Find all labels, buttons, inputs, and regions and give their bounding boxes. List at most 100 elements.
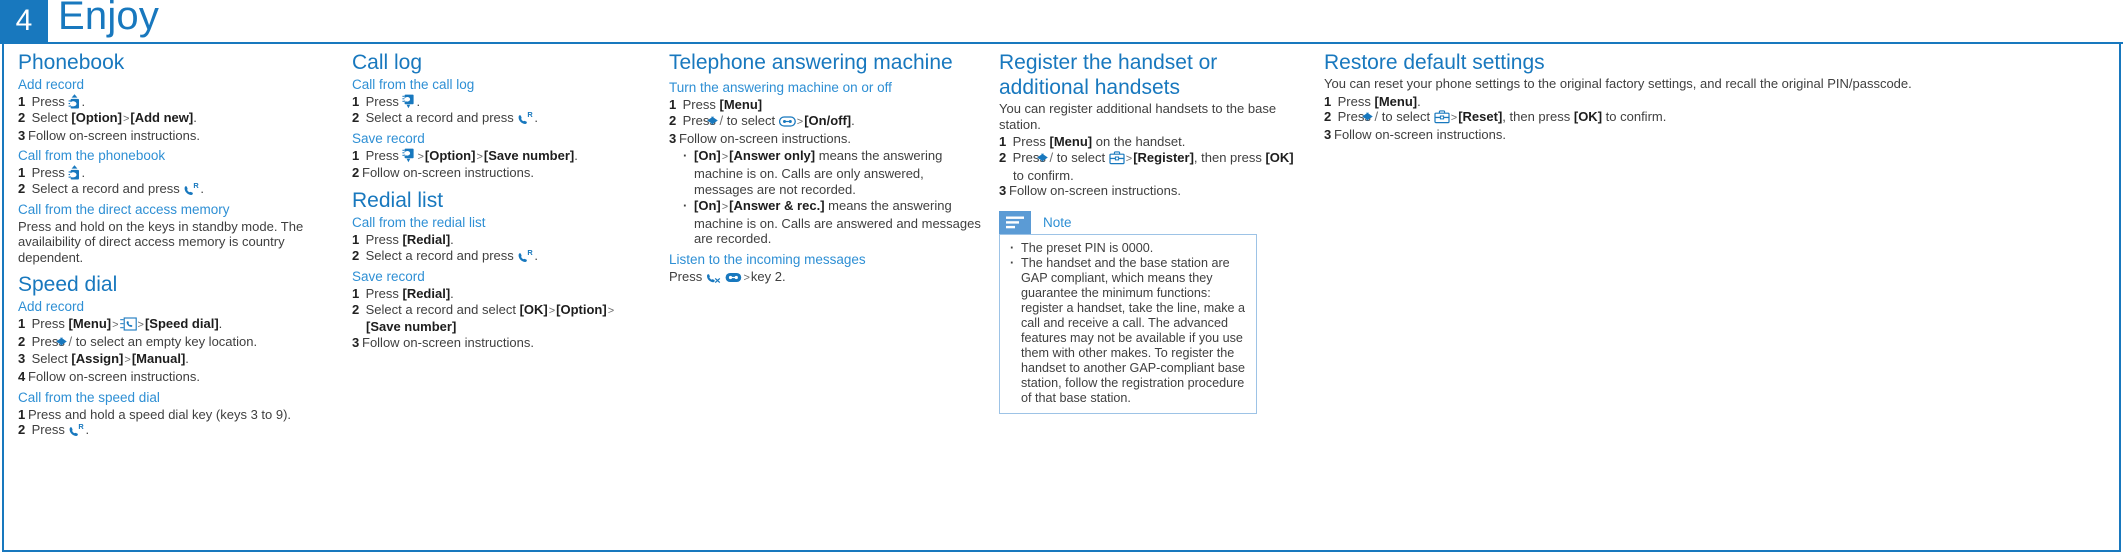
subheading-add-record: Add record <box>18 77 85 92</box>
step-item: 2 Select a record and press R. <box>18 181 205 197</box>
steps-call-from-speed-dial: 1 Press and hold a speed dial key (keys 3… <box>18 407 330 439</box>
column-restore-defaults: Restore default settings You can reset y… <box>1324 50 2109 544</box>
steps-call-from-phonebook: 1 Press . 2 Select a record and press R. <box>18 165 330 197</box>
step-item: 1 Press [Menu] on the handset. <box>999 134 1186 149</box>
menu-label: [Redial] <box>402 285 451 301</box>
column-call-log: Call log Call from the call log 1 Press … <box>348 50 668 544</box>
step-item: 3 Follow on-screen instructions. <box>352 335 534 351</box>
call-key-icon: R <box>68 423 85 437</box>
content-frame: Phonebook Add record 1 Press . 2 Select … <box>2 44 2121 552</box>
menu-label: [Save number] <box>366 319 457 335</box>
step-item: 1 Press . <box>18 94 86 109</box>
subheading-call-from-call-log: Call from the call log <box>352 77 475 92</box>
column-answering-machine: Telephone answering machine Turn the ans… <box>669 50 999 544</box>
step-item: 2 Press R. <box>18 422 90 438</box>
menu-label: [Option] <box>424 147 476 163</box>
listen-messages-line: Press >key 2. <box>669 269 786 285</box>
restore-intro: You can reset your phone settings to the… <box>1324 76 1912 91</box>
menu-label: [Reset] <box>1458 109 1503 125</box>
subheading-turn-on-off: Turn the answering machine on or off <box>669 80 892 95</box>
step-item: 3 Follow on-screen instructions. <box>999 183 1181 199</box>
bullet-item: [On]>[Answer only] means the answering m… <box>669 148 981 197</box>
answering-machine-icon <box>725 272 742 284</box>
note-box: Note The preset PIN is 0000. The handset… <box>999 211 1257 415</box>
steps-phonebook-add-record: 1 Press . 2 Select [Option]>[Add new]. 3… <box>18 94 330 143</box>
menu-label: [OK] <box>519 301 548 317</box>
step-item: 1 Press . <box>18 165 86 181</box>
step-item: 1 Press . <box>352 94 421 109</box>
columns-container: Phonebook Add record 1 Press . 2 Select … <box>18 50 2109 544</box>
column-register-handset: Register the handset or additional hands… <box>999 50 1324 544</box>
step-item: 1 Press >[Option]>[Save number]. <box>352 147 578 163</box>
steps-call-from-call-log: 1 Press . 2 Select a record and press R. <box>352 94 650 126</box>
menu-label: [On/off] <box>804 112 852 128</box>
call-key-icon: R <box>183 182 200 196</box>
menu-label: [Answer & rec.] <box>729 197 825 213</box>
step-item: 1 Press [Redial]. <box>352 232 454 248</box>
step-item: 1 Press [Menu]. <box>1324 93 1421 109</box>
page-title: Enjoy <box>58 0 160 38</box>
section-title-answering-machine: Telephone answering machine <box>669 51 953 74</box>
column-phonebook: Phonebook Add record 1 Press . 2 Select … <box>18 50 348 544</box>
step-item: 3 Follow on-screen instructions. <box>18 127 200 143</box>
subheading-redial-save-record: Save record <box>352 268 425 284</box>
menu-label: [Menu] <box>1374 93 1418 109</box>
menu-label: [Menu] <box>1049 134 1093 149</box>
subheading-speed-dial-add-record: Add record <box>18 299 85 315</box>
step-item: 2 Press / to select >[On/off]. <box>669 112 855 128</box>
step-item: 2 Press / to select an empty key locatio… <box>18 334 258 350</box>
answering-machine-bullets: [On]>[Answer only] means the answering m… <box>669 148 981 247</box>
register-intro: You can register additional handsets to … <box>999 101 1277 132</box>
call-key-icon: R <box>517 249 534 263</box>
svg-text:R: R <box>528 111 534 119</box>
menu-label: [Option] <box>556 301 607 317</box>
chapter-number: 4 <box>0 0 48 42</box>
note-header: Note <box>999 211 1257 235</box>
listen-messages-icon <box>706 270 722 284</box>
menu-label: [Speed dial] <box>144 316 219 332</box>
section-title-call-log: Call log <box>352 51 423 74</box>
step-item: 3 Follow on-screen instructions. <box>1324 127 1506 143</box>
subheading-call-from-phonebook: Call from the phonebook <box>18 148 166 164</box>
steps-register: 1 Press [Menu] on the handset. 2 Press /… <box>999 134 1306 199</box>
step-item: 1 Press [Redial]. <box>352 285 454 301</box>
step-item: 2 Press / to select >[Reset], then press… <box>1324 109 1667 125</box>
step-item: 2 Select a record and press R. <box>352 109 539 125</box>
menu-label: [Redial] <box>402 232 451 248</box>
call-log-icon <box>402 148 416 163</box>
steps-restore: 1 Press [Menu]. 2 Press / to select >[Re… <box>1324 94 2091 143</box>
page-header: 4 Enjoy <box>0 0 2123 44</box>
step-item: 2 Follow on-screen instructions. <box>352 165 534 181</box>
subheading-direct-access: Call from the direct access memory <box>18 201 230 217</box>
step-item: 2 Press / to select >[Register], then pr… <box>999 149 1294 183</box>
menu-label: [Answer only] <box>729 148 816 164</box>
step-item: 2 Select [Option]>[Add new]. <box>18 109 197 125</box>
call-key-icon: R <box>517 111 534 125</box>
subheading-listen-messages: Listen to the incoming messages <box>669 252 866 268</box>
step-item: 1 Press [Menu] <box>669 97 763 112</box>
menu-label: [Option] <box>71 109 122 125</box>
note-content: The preset PIN is 0000. The handset and … <box>999 234 1257 415</box>
menu-label: [Manual] <box>131 351 186 367</box>
menu-label: [OK] <box>1265 149 1294 165</box>
settings-toolbox-icon <box>1109 151 1125 165</box>
step-item: 3 Select [Assign]>[Manual]. <box>18 351 189 367</box>
section-title-restore: Restore default settings <box>1324 51 1545 74</box>
subheading-call-from-speed-dial: Call from the speed dial <box>18 389 160 405</box>
subheading-call-log-save-record: Save record <box>352 130 425 146</box>
answering-machine-icon <box>778 116 796 128</box>
steps-call-log-save-record: 1 Press >[Option]>[Save number]. 2 Follow… <box>352 148 650 182</box>
step-item: 3 Follow on-screen instructions. <box>669 130 851 146</box>
speed-dial-icon <box>119 317 137 332</box>
phonebook-icon <box>68 94 81 109</box>
settings-toolbox-icon <box>1434 110 1450 124</box>
step-item: 2 Select a record and press R. <box>352 247 539 263</box>
menu-label: [Menu] <box>68 316 112 332</box>
subheading-call-from-redial: Call from the redial list <box>352 215 486 231</box>
step-item: 1 Press and hold a speed dial key (keys 3… <box>18 406 292 422</box>
section-title-speed-dial: Speed dial <box>18 273 118 297</box>
note-lines-icon <box>999 211 1031 235</box>
direct-access-body: Press and hold on the keys in standby mo… <box>18 218 304 265</box>
section-title-phonebook: Phonebook <box>18 51 125 74</box>
bullet-item: [On]>[Answer & rec.] means the answering… <box>669 198 981 247</box>
